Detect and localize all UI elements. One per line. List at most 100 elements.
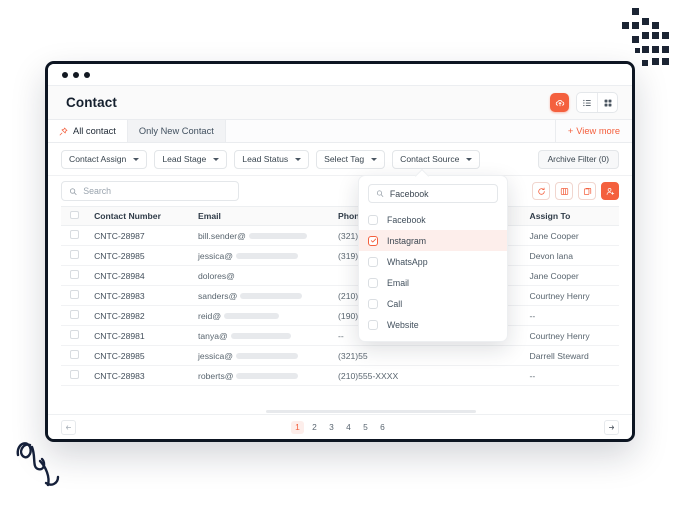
window-dot-close[interactable] — [62, 71, 68, 78]
row-checkbox[interactable] — [70, 230, 79, 239]
dropdown-option-label: Website — [387, 319, 419, 330]
row-checkbox[interactable] — [70, 310, 79, 319]
dropdown-option-checkbox[interactable] — [368, 256, 378, 267]
column-email[interactable]: Email — [189, 206, 330, 226]
dropdown-option-checkbox[interactable] — [368, 277, 378, 288]
chevron-down-icon — [466, 157, 473, 161]
cell-email: roberts@ — [189, 365, 330, 386]
dropdown-option-instagram[interactable]: Instagram — [359, 230, 507, 251]
chevron-down-icon — [213, 157, 220, 161]
row-checkbox[interactable] — [70, 270, 79, 279]
cell-assign-to: Devon lana — [520, 245, 619, 266]
dropdown-option-facebook[interactable]: Facebook — [359, 209, 507, 230]
cell-contact-number: CNTC-28985 — [85, 345, 189, 366]
dropdown-search-input[interactable] — [389, 188, 490, 199]
table-row[interactable]: CNTC-28985 jessica@ (319)55 Devon lana — [61, 245, 619, 266]
row-checkbox[interactable] — [70, 250, 79, 259]
filter-contact-assign[interactable]: Contact Assign — [61, 149, 148, 169]
row-checkbox-cell[interactable] — [61, 245, 86, 266]
table-tool-buttons — [532, 182, 619, 200]
filter-contact-source[interactable]: Contact Source — [392, 149, 481, 169]
dropdown-option-call[interactable]: Call — [359, 293, 507, 314]
cell-email: jessica@ — [189, 345, 330, 366]
dropdown-option-checkbox[interactable] — [368, 298, 378, 309]
cell-email-text: reid@ — [198, 310, 222, 321]
app-header: Contact — [48, 86, 632, 120]
upload-cloud-button[interactable] — [550, 93, 569, 112]
table-row[interactable]: CNTC-28982 reid@ (190)55 -- — [61, 305, 619, 326]
pagination-page-6[interactable]: 6 — [376, 421, 389, 434]
table-row[interactable]: CNTC-28981 tanya@ -- Courtney Henry — [61, 325, 619, 346]
list-view-button[interactable] — [577, 93, 597, 112]
tab-only-new-contact[interactable]: Only New Contact — [127, 120, 226, 142]
row-checkbox-cell[interactable] — [61, 265, 86, 286]
refresh-button[interactable] — [532, 182, 550, 200]
table-row[interactable]: CNTC-28985 jessica@ (321)55 Darrell Steward — [61, 345, 619, 366]
columns-button[interactable] — [555, 182, 573, 200]
row-checkbox-cell[interactable] — [61, 305, 86, 326]
pagination-page-3[interactable]: 3 — [325, 421, 338, 434]
pagination-prev-button[interactable] — [61, 419, 76, 435]
view-more-button[interactable]: + View more — [555, 120, 632, 142]
row-checkbox[interactable] — [70, 370, 79, 379]
check-icon — [370, 238, 376, 243]
dropdown-option-whatsapp[interactable]: WhatsApp — [359, 251, 507, 272]
filter-lead-stage[interactable]: Lead Stage — [154, 149, 228, 169]
pagination-page-5[interactable]: 5 — [359, 421, 372, 434]
grid-view-button[interactable] — [597, 93, 617, 112]
dropdown-search-box[interactable] — [368, 184, 498, 203]
dropdown-option-website[interactable]: Website — [359, 314, 507, 335]
table-row[interactable]: CNTC-28983 sanders@ (210)55 Courtney Henry — [61, 285, 619, 306]
column-contact-number[interactable]: Contact Number — [85, 206, 189, 226]
add-user-button[interactable] — [601, 182, 619, 200]
select-all-header[interactable] — [61, 206, 86, 226]
row-checkbox-cell[interactable] — [61, 345, 86, 366]
table-header: Contact Number Email Phone Assign To — [61, 206, 619, 226]
contacts-table-wrapper: Contact Number Email Phone Assign To CNT… — [48, 206, 632, 386]
pagination-page-2[interactable]: 2 — [308, 421, 321, 434]
row-checkbox-cell[interactable] — [61, 325, 86, 346]
grid-view-icon — [604, 99, 611, 106]
copy-button[interactable] — [578, 182, 596, 200]
row-checkbox-cell[interactable] — [61, 285, 86, 306]
archive-filter-button[interactable]: Archive Filter (0) — [537, 149, 619, 169]
dropdown-option-checkbox[interactable] — [368, 235, 378, 246]
cell-assign-to: Jane Cooper — [520, 265, 619, 286]
cell-email: reid@ — [189, 305, 330, 326]
filter-lead-stage-label: Lead Stage — [162, 154, 207, 164]
cell-phone: (210)555-XXXX — [329, 365, 433, 386]
filter-select-tag[interactable]: Select Tag — [316, 149, 386, 169]
cell-blank — [432, 365, 521, 386]
horizontal-scrollbar[interactable] — [266, 410, 476, 413]
window-titlebar — [48, 64, 632, 86]
row-checkbox-cell[interactable] — [61, 365, 86, 386]
pagination-page-4[interactable]: 4 — [342, 421, 355, 434]
row-checkbox-cell[interactable] — [61, 225, 86, 246]
filter-lead-status[interactable]: Lead Status — [234, 149, 310, 169]
row-checkbox[interactable] — [70, 290, 79, 299]
table-row[interactable]: CNTC-28984 dolores@ Jane Cooper — [61, 265, 619, 286]
select-all-checkbox[interactable] — [70, 210, 79, 220]
cell-contact-number: CNTC-28982 — [85, 305, 189, 326]
dropdown-option-checkbox[interactable] — [368, 214, 378, 225]
row-checkbox[interactable] — [70, 330, 79, 339]
cell-email: dolores@ — [189, 265, 330, 286]
dropdown-option-checkbox[interactable] — [368, 319, 378, 330]
pagination-page-1[interactable]: 1 — [291, 420, 304, 434]
column-assign-to[interactable]: Assign To — [520, 206, 619, 226]
cell-assign-to: -- — [520, 365, 619, 386]
chevron-down-icon — [133, 157, 140, 161]
table-row[interactable]: CNTC-28983 roberts@ (210)555-XXXX -- — [61, 365, 619, 386]
dropdown-option-email[interactable]: Email — [359, 272, 507, 293]
pagination-next-button[interactable] — [604, 419, 619, 435]
search-box[interactable] — [61, 181, 239, 201]
filter-contact-assign-label: Contact Assign — [69, 154, 127, 164]
table-row[interactable]: CNTC-28987 bill.sender@ (321)55 Jane Cooper — [61, 225, 619, 246]
window-dot-minimize[interactable] — [73, 71, 79, 78]
pagination: 123456 — [48, 414, 632, 439]
tab-all-contact[interactable]: All contact — [48, 120, 128, 142]
window-dot-maximize[interactable] — [84, 71, 90, 78]
cell-contact-number: CNTC-28987 — [85, 225, 189, 246]
search-input[interactable] — [83, 186, 231, 196]
row-checkbox[interactable] — [70, 350, 79, 359]
